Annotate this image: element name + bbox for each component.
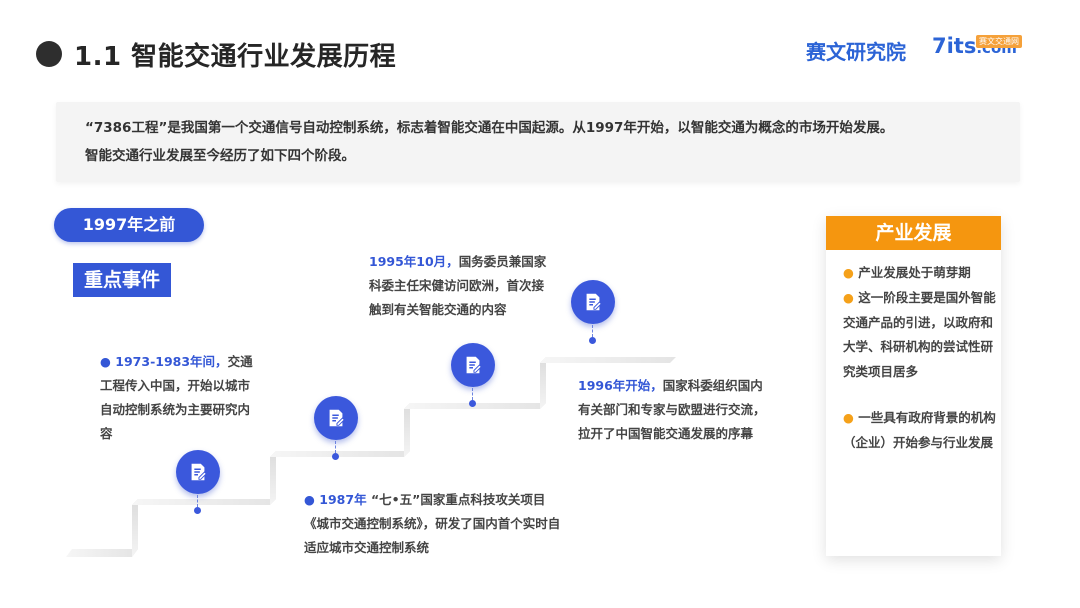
brand-logo-text: 赛文研究院 — [806, 40, 906, 64]
timeline-dot — [589, 337, 596, 344]
panel-item-text: 一些具有政府背景的机构（企业）开始参与行业发展 — [843, 410, 996, 450]
connector-line — [197, 495, 198, 507]
event-date: 1996年开始， — [578, 378, 663, 393]
event-date: 1995年10月， — [369, 254, 459, 269]
edit-note-icon — [176, 450, 220, 494]
era-label: 1997年之前 — [54, 208, 204, 242]
event-date: 1973-1983年间， — [115, 354, 228, 369]
intro-text: “7386工程”是我国第一个交通信号自动控制系统，标志着智能交通在中国起源。从1… — [85, 114, 1015, 170]
connector-line — [472, 388, 473, 400]
event-1987: ● 1987年 “七•五”国家重点科技攻关项目《城市交通控制系统》，研发了国内首… — [304, 488, 566, 560]
panel-item: ● 一些具有政府背景的机构（企业）开始参与行业发展 — [843, 406, 998, 455]
timeline-dot — [332, 453, 339, 460]
panel-item-text: 产业发展处于萌芽期 — [858, 265, 971, 280]
event-date: 1987年 — [319, 492, 367, 507]
page-title: 1.1 智能交通行业发展历程 — [74, 42, 397, 72]
event-1995: 1995年10月，国务委员兼国家科委主任宋健访问欧洲，首次接触到有关智能交通的内… — [369, 250, 551, 322]
panel-bullet: ● — [843, 265, 854, 280]
edit-note-icon — [314, 396, 358, 440]
connector-line — [335, 441, 336, 453]
event-1996: 1996年开始，国家科委组织国内有关部门和专家与欧盟进行交流，拉开了中国智能交通… — [578, 374, 770, 446]
panel-bullet: ● — [843, 410, 854, 425]
timeline-dot — [194, 507, 201, 514]
panel-item: ● 产业发展处于萌芽期 — [843, 261, 998, 286]
edit-note-icon — [451, 343, 495, 387]
event-bullet: ● — [100, 354, 111, 369]
title-bullet — [36, 41, 62, 67]
panel-bullet: ● — [843, 290, 854, 305]
connector-line — [592, 325, 593, 337]
edit-note-icon — [571, 280, 615, 324]
event-bullet: ● — [304, 492, 315, 507]
timeline-dot — [469, 400, 476, 407]
panel-item: ● 这一阶段主要是国外智能交通产品的引进，以政府和大学、科研机构的尝试性研究类项… — [843, 286, 998, 384]
intro-line-1: “7386工程”是我国第一个交通信号自动控制系统，标志着智能交通在中国起源。从1… — [85, 120, 894, 136]
key-events-label: 重点事件 — [73, 263, 171, 297]
event-1973: ● 1973-1983年间，交通工程传入中国，开始以城市自动控制系统为主要研究内… — [100, 350, 260, 446]
brand-badge: 赛文交通网 — [976, 35, 1022, 48]
intro-line-2: 智能交通行业发展至今经历了如下四个阶段。 — [85, 148, 355, 164]
panel-item-text: 这一阶段主要是国外智能交通产品的引进，以政府和大学、科研机构的尝试性研究类项目居… — [843, 290, 996, 379]
panel-title: 产业发展 — [826, 216, 1001, 250]
brand-7its-text: 7its — [932, 34, 977, 58]
